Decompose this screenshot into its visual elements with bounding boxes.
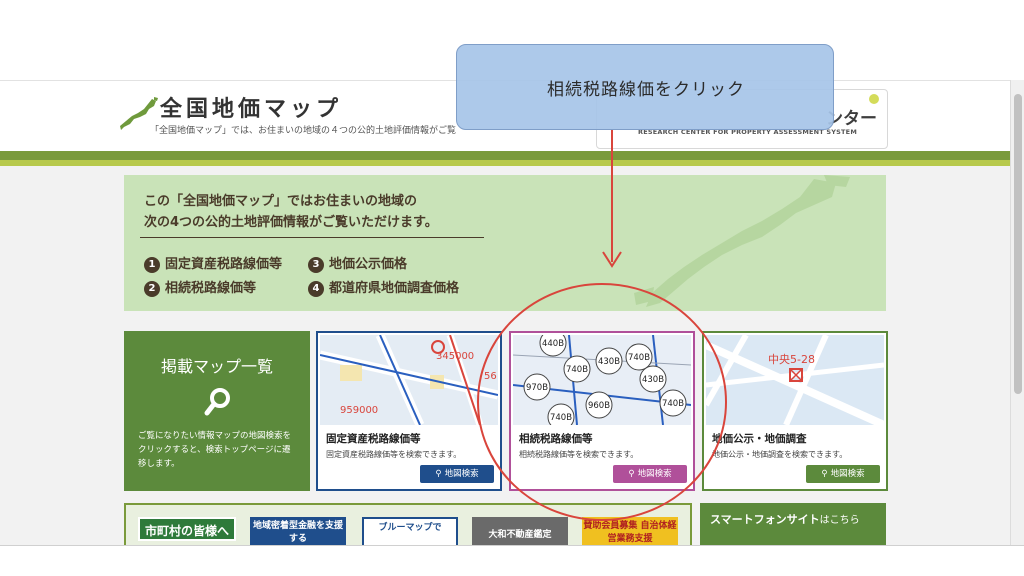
logo-dot-icon (869, 94, 879, 104)
annotation-text: 相続税路線価をクリック (547, 80, 745, 100)
scrollbar-thumb[interactable] (1014, 94, 1022, 394)
annotation-callout: 相続税路線価をクリック (456, 44, 834, 130)
screen: 全国地価マップ 「全国地価マップ」では、お住まいの地域の４つの公的土地評価情報が… (0, 0, 1024, 576)
smartphone-site-link[interactable]: スマートフォンサイトはこちら (710, 511, 860, 527)
route-value: 740B (662, 399, 684, 409)
card-description: 地価公示・地価調査を検索できます。 (712, 450, 848, 459)
search-icon (204, 388, 230, 416)
vertical-scrollbar[interactable] (1010, 80, 1024, 545)
number-4-icon: 4 (308, 281, 324, 297)
site-subtitle: 「全国地価マップ」では、お住まいの地域の４つの公的土地評価情報がご覧 (150, 126, 457, 136)
fixed-asset-map-search-button[interactable]: ⚲ 地図検索 (420, 465, 494, 483)
route-value: 440B (542, 339, 564, 349)
card-inheritance-tax[interactable]: 440B 430B 740B 970B 740B 430B 960B 740B … (509, 331, 695, 491)
info-item-3: 3 地価公示価格 (308, 253, 407, 273)
map-label: 959000 (340, 405, 378, 416)
card-title: 相続税路線価等 (519, 433, 593, 445)
info-item-2: 2 相続税路線価等 (144, 277, 256, 297)
search-icon: ⚲ (435, 469, 442, 479)
card-fixed-asset-tax[interactable]: 345000 959000 56 固定資産税路線価等 固定資産税路線価等を検索で… (316, 331, 502, 491)
municipality-panel: 市町村の皆様へ 地域密着型金融を支援する ブルーマップで 大和不動産鑑定 賛助会… (124, 503, 692, 545)
map-label: 中央5-28 (768, 353, 815, 366)
land-price-map-search-button[interactable]: ⚲ 地図検索 (806, 465, 880, 483)
smartphone-site-panel[interactable]: スマートフォンサイトはこちら (700, 503, 886, 545)
banner-divider (140, 237, 484, 238)
map-list-card[interactable]: 掲載マップ一覧 ご覧になりたい情報マップの地図検索をクリックすると、検索トップペ… (124, 331, 310, 491)
map-list-title: 掲載マップ一覧 (160, 357, 273, 376)
inheritance-map-search-button[interactable]: ⚲ 地図検索 (613, 465, 687, 483)
blue-map-banner[interactable]: ブルーマップで (362, 517, 458, 545)
header-stripe-lime (0, 160, 1010, 166)
municipality-link[interactable]: 市町村の皆様へ (138, 517, 236, 541)
card-description: 固定資産税路線価等を検索できます。 (326, 450, 462, 459)
search-icon: ⚲ (821, 469, 828, 479)
header-stripe-green (0, 151, 1010, 160)
search-icon: ⚲ (628, 469, 635, 479)
card-land-price[interactable]: 中央5-28 地価公示・地価調査 地価公示・地価調査を検索できます。 ⚲ 地図検索 (702, 331, 888, 491)
card-title: 地価公示・地価調査 (712, 433, 807, 445)
route-value: 970B (526, 383, 548, 393)
map-label: 56 (484, 371, 497, 382)
route-value: 740B (550, 413, 572, 423)
route-value: 430B (598, 357, 620, 367)
daiwa-appraisal-banner[interactable]: 大和不動産鑑定 (472, 517, 568, 545)
route-value: 740B (566, 365, 588, 375)
browser-viewport: 全国地価マップ 「全国地価マップ」では、お住まいの地域の４つの公的土地評価情報が… (0, 80, 1010, 545)
inheritance-map-thumbnail: 440B 430B 740B 970B 740B 430B 960B 740B … (513, 335, 691, 425)
fixed-asset-map-thumbnail: 345000 959000 56 (320, 335, 498, 425)
number-3-icon: 3 (308, 257, 324, 273)
card-description: 相続税路線価等を検索できます。 (519, 450, 639, 459)
banner-headline: この「全国地価マップ」ではお住まいの地域の 次の4つの公的土地評価情報がご覧いた… (144, 191, 438, 233)
regional-finance-banner[interactable]: 地域密着型金融を支援する (250, 517, 346, 545)
map-label: 345000 (436, 351, 474, 362)
banner-line-2: 次の4つの公的土地評価情報がご覧いただけます。 (144, 215, 438, 230)
route-value: 960B (588, 401, 610, 411)
intro-banner: この「全国地価マップ」ではお住まいの地域の 次の4つの公的土地評価情報がご覧いた… (124, 175, 886, 311)
land-price-map-thumbnail: 中央5-28 (706, 335, 884, 425)
route-value: 430B (642, 375, 664, 385)
supporting-member-banner[interactable]: 賛助会員募集 自治体経営業務支援 (582, 517, 678, 545)
card-title: 固定資産税路線価等 (326, 433, 421, 445)
bottom-bar (0, 545, 1024, 576)
map-list-description: ご覧になりたい情報マップの地図検索をクリックすると、検索トップページに遷移します… (138, 431, 292, 469)
route-value: 740B (628, 353, 650, 363)
japan-silhouette-icon (634, 175, 850, 307)
number-2-icon: 2 (144, 281, 160, 297)
banner-line-1: この「全国地価マップ」ではお住まいの地域の (144, 194, 418, 209)
info-item-1: 1 固定資産税路線価等 (144, 253, 282, 273)
number-1-icon: 1 (144, 257, 160, 273)
info-item-4: 4 都道府県地価調査価格 (308, 277, 459, 297)
site-title[interactable]: 全国地価マップ (160, 91, 342, 123)
